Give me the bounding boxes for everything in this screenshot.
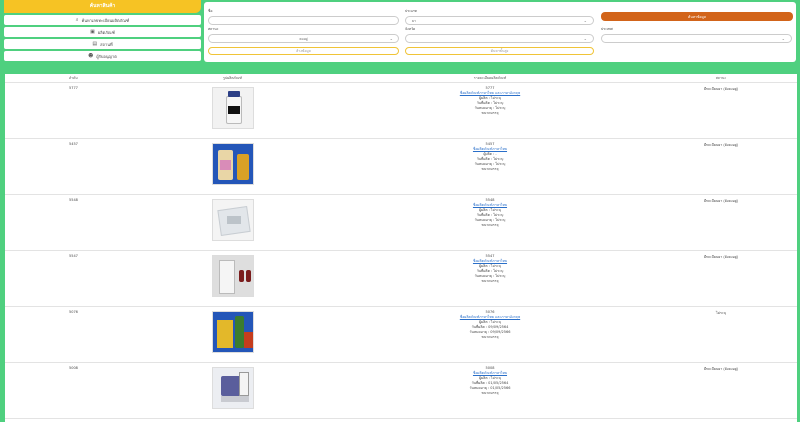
box-icon: ▣ <box>90 29 95 35</box>
clear-button[interactable]: ล้างข้อมูล <box>208 47 399 55</box>
sidebar-item-label: ผู้รับอนุญาต <box>96 53 117 59</box>
sidebar-item-licensee[interactable]: ☻ ผู้รับอนุญาต <box>4 51 201 61</box>
product-line: ขนาดบรรจุ <box>481 279 499 283</box>
sidebar-item-registration[interactable]: ⌕ ค้นหาเลขทะเบียนผลิตภัณฑ์ <box>4 15 201 25</box>
results-table: ลำดับ รูปผลิตภัณฑ์ รายละเอียดผลิตภัณฑ์ ส… <box>5 74 797 422</box>
product-image[interactable] <box>211 87 254 129</box>
advanced-search-button[interactable]: ค้นหาขั้นสูง <box>405 47 594 55</box>
sidebar-item-label: สถานที่ <box>100 41 113 47</box>
col-header-details: รายละเอียดผลิตภัณฑ์ <box>473 76 507 80</box>
chevron-down-icon: ⌄ <box>389 36 393 41</box>
search-icon: ⌕ <box>75 17 79 23</box>
table-header: ลำดับ รูปผลิตภัณฑ์ รายละเอียดผลิตภัณฑ์ ส… <box>5 74 797 83</box>
table-row: 5457 5457 ชื่อผลิตภัณฑ์ภาษาไทย ผู้ผลิต :… <box>5 139 797 195</box>
table-row: 5008 5008 ชื่อผลิตภัณฑ์ภาษาไทย ผู้ผลิต :… <box>5 363 797 419</box>
row-index: 5076 <box>69 310 78 314</box>
row-index: 5547 <box>69 254 78 258</box>
country-label: ประเทศ <box>601 27 613 31</box>
status-label: สถานะ <box>208 27 219 31</box>
sidebar-item-place[interactable]: ▤ สถานที่ <box>4 39 201 49</box>
sidebar-item-label: ค้นหาเลขทะเบียนผลิตภัณฑ์ <box>81 17 130 23</box>
sidebar-item-product[interactable]: ▣ ผลิตภัณฑ์ <box>4 27 201 37</box>
province-label: จังหวัด <box>405 27 416 31</box>
product-line: ขนาดบรรจุ <box>481 223 499 227</box>
search-panel: ชื่อ ประเภท ยา ⌄ ค้นหาข้อมูล สถานะ คงอยู่… <box>204 2 796 62</box>
status-text: มีทะเบียนยา (ยังคงอยู่) <box>703 367 739 371</box>
sidebar-item-label: ผลิตภัณฑ์ <box>97 29 115 35</box>
table-row: 5548 5548 ชื่อผลิตภัณฑ์ภาษาไทย ผู้ผลิต :… <box>5 195 797 251</box>
row-index: 5548 <box>69 198 78 202</box>
province-select[interactable]: ⌄ <box>405 34 594 43</box>
type-select[interactable]: ยา ⌄ <box>405 16 594 25</box>
status-text: มีทะเบียนยา (ยังคงอยู่) <box>703 87 739 91</box>
status-text: มีทะเบียนยา (ยังคงอยู่) <box>703 255 739 259</box>
chevron-down-icon: ⌄ <box>583 18 587 23</box>
name-input[interactable] <box>208 16 399 25</box>
sidebar-header: ค้นหาสินค้า <box>4 0 201 13</box>
status-select[interactable]: คงอยู่ ⌄ <box>208 34 399 43</box>
chevron-down-icon: ⌄ <box>781 36 785 41</box>
chevron-down-icon: ⌄ <box>583 36 587 41</box>
row-index: 5777 <box>69 86 78 90</box>
status-text: มีทะเบียนยา (ยังคงอยู่) <box>703 143 739 147</box>
status-text: ไม่ระบุ <box>715 311 727 315</box>
product-line: ขนาดบรรจุ <box>481 167 499 171</box>
user-icon: ☻ <box>88 53 94 59</box>
product-line: ขนาดบรรจุ <box>481 391 499 395</box>
table-row: 5547 5547 ชื่อผลิตภัณฑ์ภาษาไทย ผู้ผลิต :… <box>5 251 797 307</box>
type-label: ประเภท <box>405 9 417 13</box>
product-image[interactable] <box>211 199 254 241</box>
product-image[interactable] <box>211 367 254 409</box>
product-image[interactable] <box>211 143 254 185</box>
col-header-status: สถานะ <box>715 76 727 80</box>
row-index: 5457 <box>69 142 78 146</box>
product-image[interactable] <box>211 311 254 353</box>
product-line: ขนาดบรรจุ <box>481 335 499 339</box>
product-image[interactable] <box>211 255 254 297</box>
status-text: มีทะเบียนยา (ยังคงอยู่) <box>703 199 739 203</box>
product-line: ขนาดบรรจุ <box>481 111 499 115</box>
country-select[interactable]: ⌄ <box>601 34 792 43</box>
row-index: 5008 <box>69 366 78 370</box>
name-label: ชื่อ <box>208 9 213 13</box>
search-button[interactable]: ค้นหาข้อมูล <box>601 12 793 21</box>
col-header-index: ลำดับ <box>69 76 78 80</box>
table-row: 5076 5076 ชื่อผลิตภัณฑ์ภาษาไทย และภาษาอั… <box>5 307 797 363</box>
sidebar: ค้นหาสินค้า ⌕ ค้นหาเลขทะเบียนผลิตภัณฑ์ ▣ ผ… <box>4 0 201 66</box>
table-row: 5777 5777 ชื่อผลิตภัณฑ์ภาษาไทย และภาษาอั… <box>5 83 797 139</box>
col-header-image: รูปผลิตภัณฑ์ <box>222 76 243 80</box>
building-icon: ▤ <box>92 41 98 47</box>
